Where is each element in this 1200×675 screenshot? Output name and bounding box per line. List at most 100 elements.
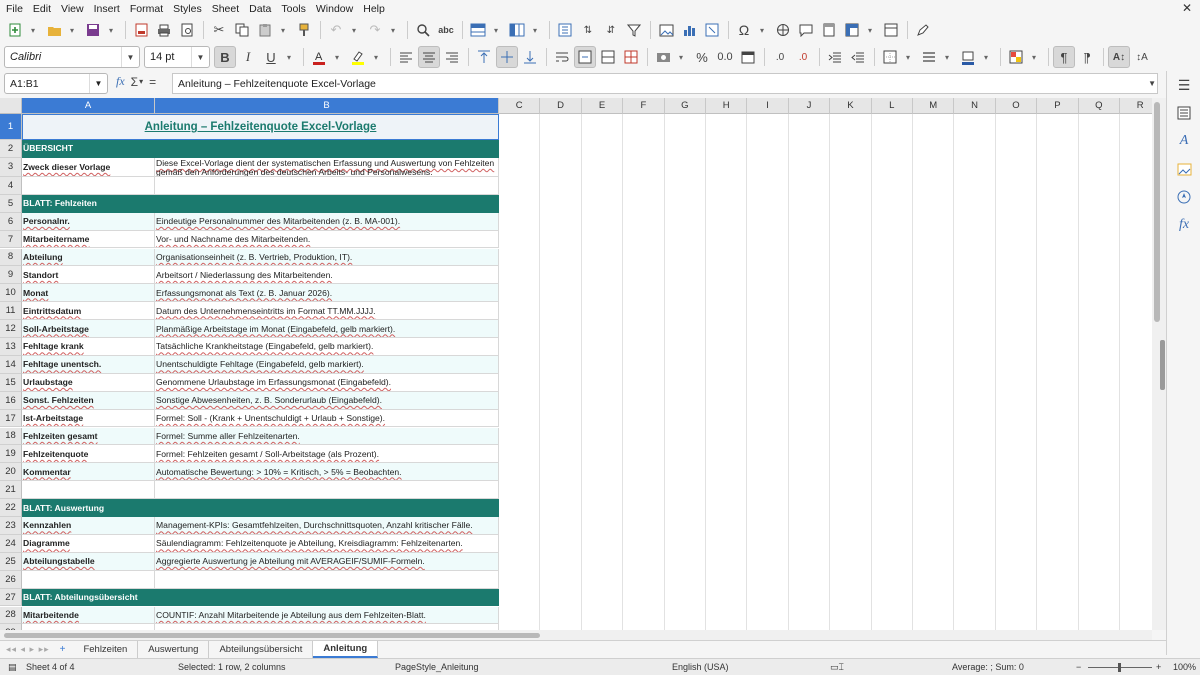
description-cell[interactable]: Sonstige Abwesenheiten, z. B. Sonderurla… — [155, 391, 499, 410]
chevron-down-icon[interactable]: ▾ — [387, 19, 399, 41]
row-header[interactable]: 18 — [0, 427, 22, 446]
chevron-down-icon[interactable]: ▾ — [1028, 46, 1040, 68]
description-cell[interactable]: Management-KPIs: Gesamtfehlzeiten, Durch… — [155, 517, 499, 535]
header-footer-icon[interactable] — [818, 19, 840, 41]
sheet-navigation-icon[interactable]: ◂◂ ◂ ▸ ▸▸ — [6, 644, 50, 655]
row-header[interactable]: 4 — [0, 176, 22, 195]
description-cell[interactable]: Eindeutige Personalnummer des Mitarbeite… — [155, 212, 499, 231]
row-header[interactable]: 26 — [0, 570, 22, 589]
column-header-d[interactable]: D — [540, 98, 582, 114]
add-decimal-icon[interactable]: .0 — [769, 46, 791, 68]
border-color-icon[interactable] — [957, 46, 979, 68]
row-header[interactable]: 20 — [0, 463, 22, 482]
export-pdf-icon[interactable] — [130, 19, 152, 41]
copy-icon[interactable] — [231, 19, 253, 41]
sum-icon[interactable]: Σ — [131, 75, 138, 89]
column-header-n[interactable]: N — [954, 98, 996, 114]
chevron-down-icon[interactable]: ▼ — [89, 74, 107, 93]
sort-descending-icon[interactable]: ⇵ — [600, 19, 622, 41]
row-icon[interactable] — [467, 19, 489, 41]
chevron-down-icon[interactable]: ▾ — [980, 46, 992, 68]
left-to-right-icon[interactable]: ¶ — [1053, 46, 1075, 68]
sidebar-menu-icon[interactable]: ☰ — [1167, 71, 1200, 99]
undo-icon[interactable]: ↶ — [325, 19, 347, 41]
row-header[interactable]: 12 — [0, 320, 22, 338]
row-header[interactable]: 28 — [0, 606, 22, 625]
row-header[interactable]: 3 — [0, 157, 22, 177]
new-document-icon[interactable] — [4, 19, 26, 41]
field-name-cell[interactable]: ÜBERSICHT — [22, 140, 155, 158]
field-name-cell[interactable]: Monat — [22, 284, 155, 303]
menu-data[interactable]: Data — [249, 3, 271, 15]
sheet-title-cell[interactable]: Anleitung – Fehlzeitenquote Excel-Vorlag… — [22, 114, 499, 140]
row-header[interactable]: 9 — [0, 266, 22, 285]
tab-auswertung[interactable]: Auswertung — [138, 641, 210, 658]
field-name-cell[interactable]: Urlaubstage — [22, 373, 155, 392]
cut-icon[interactable]: ✂ — [208, 19, 230, 41]
column-header-a[interactable]: A — [22, 98, 155, 114]
description-cell[interactable]: Organisationseinheit (z. B. Vertrieb, Pr… — [155, 248, 499, 267]
field-name-cell[interactable]: Zweck dieser Vorlage — [22, 157, 155, 177]
save-icon[interactable] — [82, 19, 104, 41]
description-cell[interactable]: Tatsächliche Krankheitstage (Eingabefeld… — [155, 338, 499, 356]
column-header-l[interactable]: L — [871, 98, 913, 114]
field-name-cell[interactable]: Standort — [22, 266, 155, 285]
redo-icon[interactable]: ↷ — [364, 19, 386, 41]
menu-sheet[interactable]: Sheet — [212, 3, 239, 15]
row-header[interactable]: 25 — [0, 552, 22, 571]
highlight-color-icon[interactable] — [347, 46, 369, 68]
chevron-down-icon[interactable]: ▾ — [66, 19, 78, 41]
chevron-down-icon[interactable]: ▾ — [864, 19, 876, 41]
borders-icon[interactable] — [879, 46, 901, 68]
description-cell[interactable]: Datum des Unternehmenseintritts im Forma… — [155, 302, 499, 321]
chevron-down-icon[interactable]: ▾ — [490, 19, 502, 41]
tab-abteilungsuebersicht[interactable]: Abteilungsübersicht — [209, 641, 314, 658]
find-replace-icon[interactable] — [412, 19, 434, 41]
unmerge-cells-icon[interactable] — [620, 46, 642, 68]
description-cell[interactable]: Arbeitsort / Niederlassung des Mitarbeit… — [155, 266, 499, 285]
chevron-down-icon[interactable]: ▾ — [902, 46, 914, 68]
align-right-icon[interactable] — [441, 46, 463, 68]
field-name-cell[interactable]: BLATT: Fehlzeiten — [22, 194, 155, 213]
menu-window[interactable]: Window — [316, 3, 353, 15]
sort-icon[interactable] — [554, 19, 576, 41]
description-cell[interactable] — [155, 176, 499, 195]
row-header[interactable]: 7 — [0, 230, 22, 249]
field-name-cell[interactable]: Mitarbeitende — [22, 606, 155, 625]
field-name-cell[interactable]: Kommentar — [22, 463, 155, 482]
field-name-cell[interactable]: Sonst. Fehlzeiten — [22, 391, 155, 410]
merge-cells-icon[interactable] — [597, 46, 619, 68]
gallery-icon[interactable] — [1167, 155, 1200, 183]
sort-ascending-icon[interactable]: ⇅ — [577, 19, 599, 41]
description-cell[interactable] — [155, 194, 499, 213]
chevron-down-icon[interactable]: ▾ — [27, 19, 39, 41]
column-header-r[interactable]: R — [1120, 98, 1152, 114]
description-cell[interactable]: Genommene Urlaubstage im Erfassungsmonat… — [155, 373, 499, 392]
conditional-format-icon[interactable] — [1005, 46, 1027, 68]
chevron-down-icon[interactable]: ▾ — [283, 46, 295, 68]
field-name-cell[interactable]: Abteilung — [22, 248, 155, 267]
description-cell[interactable] — [155, 140, 499, 158]
comment-icon[interactable] — [795, 19, 817, 41]
row-header[interactable]: 21 — [0, 481, 22, 500]
row-header[interactable]: 15 — [0, 373, 22, 392]
row-header[interactable]: 24 — [0, 534, 22, 553]
row-header[interactable]: 23 — [0, 517, 22, 535]
field-name-cell[interactable]: Ist-Arbeitstage — [22, 409, 155, 428]
show-draw-functions-icon[interactable] — [912, 19, 934, 41]
menu-help[interactable]: Help — [363, 3, 385, 15]
font-size-box[interactable]: 14 pt ▼ — [144, 46, 210, 68]
chevron-down-icon[interactable]: ▾ — [370, 46, 382, 68]
align-left-icon[interactable] — [395, 46, 417, 68]
align-center-icon[interactable] — [418, 46, 440, 68]
function-wizard-icon[interactable]: fx — [116, 74, 125, 89]
add-sheet-icon[interactable]: + — [60, 644, 66, 655]
chart-icon[interactable] — [678, 19, 700, 41]
row-header[interactable]: 10 — [0, 284, 22, 303]
row-header[interactable]: 13 — [0, 338, 22, 356]
column-header-m[interactable]: M — [913, 98, 955, 114]
row-header[interactable]: 17 — [0, 409, 22, 428]
zoom-slider-knob[interactable] — [1118, 663, 1121, 672]
split-window-icon[interactable] — [880, 19, 902, 41]
print-icon[interactable] — [153, 19, 175, 41]
